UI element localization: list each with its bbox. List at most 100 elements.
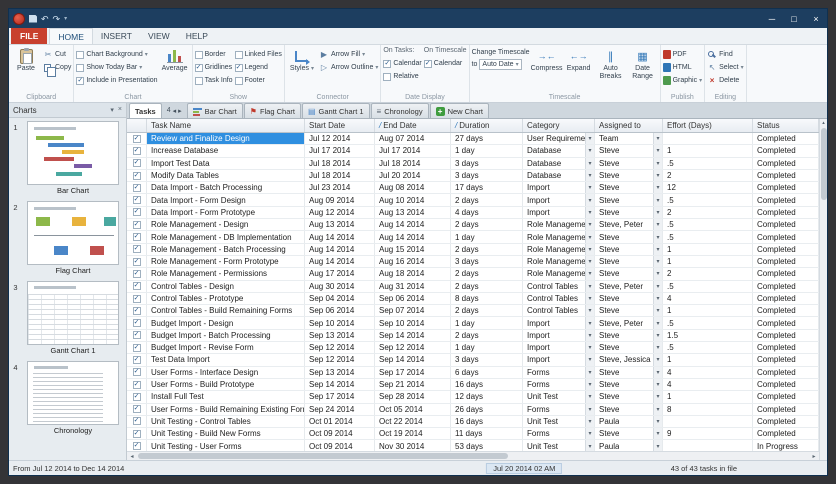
cell-task-name[interactable]: Test Data Import <box>147 354 305 366</box>
tab-view[interactable]: VIEW <box>140 28 178 44</box>
cell-end-date[interactable]: Aug 13 2014 <box>375 206 451 219</box>
tab-bar-chart[interactable]: Bar Chart <box>186 103 243 118</box>
dropdown-icon[interactable]: ▾ <box>585 145 594 157</box>
header-duration[interactable]: / Duration <box>451 119 523 132</box>
dropdown-icon[interactable]: ▾ <box>585 391 594 403</box>
cell-end-date[interactable]: Aug 31 2014 <box>375 280 451 292</box>
bar-chart-thumbnail[interactable] <box>27 121 119 185</box>
cell-status[interactable]: Completed <box>753 231 819 243</box>
cell-assigned-to[interactable]: Team ▾ <box>595 133 663 145</box>
cell-task-name[interactable]: Budget Import - Revise Form <box>147 342 305 354</box>
cell-status[interactable]: Completed <box>753 169 819 182</box>
checkbox-icon[interactable] <box>234 50 243 59</box>
cell-assigned-to[interactable]: Steve, Jessica ▾ <box>595 354 663 366</box>
cell-duration[interactable]: 2 days <box>451 329 523 342</box>
scroll-right-icon[interactable]: ▸ <box>178 107 182 115</box>
checkbox-icon[interactable]: ✓ <box>234 63 243 72</box>
cell-assigned-to[interactable]: Steve ▾ <box>595 231 663 243</box>
cell-end-date[interactable]: Aug 08 2014 <box>375 182 451 194</box>
dropdown-icon[interactable]: ▾ <box>585 403 594 415</box>
cell-duration[interactable]: 17 days <box>451 182 523 194</box>
cell-start-date[interactable]: Sep 04 2014 <box>305 292 375 305</box>
find-button[interactable]: Find <box>707 49 743 60</box>
cell-duration[interactable]: 11 days <box>451 428 523 440</box>
header-status[interactable]: Status <box>753 119 819 132</box>
dropdown-icon[interactable]: ▾ <box>585 329 594 342</box>
cell-status[interactable]: Completed <box>753 354 819 366</box>
cell-start-date[interactable]: Sep 14 2014 <box>305 378 375 391</box>
copy-button[interactable]: Copy <box>43 62 71 77</box>
dropdown-icon[interactable]: ▾ <box>585 194 594 206</box>
cell-end-date[interactable]: Sep 28 2014 <box>375 391 451 403</box>
tab-new-chart[interactable]: + New Chart <box>429 103 490 118</box>
cell-assigned-to[interactable]: Steve ▾ <box>595 403 663 415</box>
cell-assigned-to[interactable]: Steve ▾ <box>595 169 663 182</box>
show-option-legend[interactable]: ✓ Legend <box>234 62 282 73</box>
cell-duration[interactable]: 16 days <box>451 378 523 391</box>
cell-effort[interactable]: 4 <box>663 366 753 378</box>
dropdown-icon[interactable]: ▾ <box>653 206 662 219</box>
cell-duration[interactable]: 1 day <box>451 145 523 157</box>
cell-effort[interactable]: 2 <box>663 206 753 219</box>
cell-effort[interactable]: .5 <box>663 231 753 243</box>
cell-assigned-to[interactable]: Steve ▾ <box>595 366 663 378</box>
cell-end-date[interactable]: Aug 15 2014 <box>375 243 451 255</box>
show-option-border[interactable]: Border <box>194 49 233 60</box>
cell-start-date[interactable]: Sep 12 2014 <box>305 354 375 366</box>
cell-status[interactable]: Completed <box>753 182 819 194</box>
show-option-gridlines[interactable]: ✓ Gridlines <box>194 62 233 73</box>
cell-start-date[interactable]: Aug 17 2014 <box>305 268 375 280</box>
cell-effort[interactable]: 1 <box>663 145 753 157</box>
minimize-button[interactable]: ─ <box>761 9 783 28</box>
checkbox-icon[interactable]: ✓ <box>194 63 203 72</box>
dropdown-icon[interactable]: ▾ <box>585 366 594 378</box>
row-checkbox[interactable]: ✓ <box>132 368 141 377</box>
cell-duration[interactable]: 2 days <box>451 305 523 317</box>
cell-category[interactable]: Role Management▾ <box>523 219 595 231</box>
cell-category[interactable]: Role Management▾ <box>523 255 595 268</box>
cell-assigned-to[interactable]: Steve ▾ <box>595 305 663 317</box>
cell-start-date[interactable]: Oct 01 2014 <box>305 415 375 428</box>
cell-status[interactable]: Completed <box>753 133 819 145</box>
expand-button[interactable]: ←→ Expand <box>564 47 594 73</box>
cell-status[interactable]: Completed <box>753 243 819 255</box>
cell-duration[interactable]: 8 days <box>451 292 523 305</box>
cell-assigned-to[interactable]: Steve ▾ <box>595 255 663 268</box>
dropdown-icon[interactable]: ▾ <box>585 378 594 391</box>
cell-category[interactable]: User Requiremen ▾ <box>523 133 595 145</box>
cell-task-name[interactable]: Data Import - Batch Processing <box>147 182 305 194</box>
cell-category[interactable]: Import ▾ <box>523 317 595 329</box>
dropdown-icon[interactable]: ▾ <box>653 243 662 255</box>
cell-status[interactable]: Completed <box>753 329 819 342</box>
cell-effort[interactable]: 9 <box>663 428 753 440</box>
dropdown-icon[interactable]: ▾ <box>653 342 662 354</box>
dropdown-icon[interactable]: ▾ <box>653 317 662 329</box>
cell-task-name[interactable]: Role Management - Permissions <box>147 268 305 280</box>
chart-option-chart-background[interactable]: Chart Background ▾ <box>76 49 157 60</box>
select-button[interactable]: ↖ Select ▾ <box>707 62 744 73</box>
cut-button[interactable]: ✂ Cut <box>43 49 71 60</box>
cell-duration[interactable]: 2 days <box>451 194 523 206</box>
cell-duration[interactable]: 27 days <box>451 133 523 145</box>
dropdown-icon[interactable]: ▾ <box>585 133 594 145</box>
dropdown-icon[interactable]: ▾ <box>653 133 662 145</box>
cell-duration[interactable]: 2 days <box>451 243 523 255</box>
cell-task-name[interactable]: Increase Database <box>147 145 305 157</box>
cell-category[interactable]: Forms ▾ <box>523 403 595 415</box>
cell-category[interactable]: Unit Test ▾ <box>523 391 595 403</box>
row-checkbox[interactable]: ✓ <box>132 146 141 155</box>
cell-end-date[interactable]: Jul 18 2014 <box>375 157 451 169</box>
cell-status[interactable]: Completed <box>753 342 819 354</box>
cell-category[interactable]: Database ▾ <box>523 169 595 182</box>
cell-effort[interactable]: .5 <box>663 157 753 169</box>
dropdown-icon[interactable]: ▾ <box>653 157 662 169</box>
cell-start-date[interactable]: Sep 24 2014 <box>305 403 375 415</box>
dropdown-icon[interactable]: ▾ <box>585 415 594 428</box>
scroll-left-icon[interactable]: ◂ <box>173 107 177 115</box>
close-button[interactable]: × <box>805 9 827 28</box>
cell-start-date[interactable]: Sep 12 2014 <box>305 342 375 354</box>
cell-duration[interactable]: 3 days <box>451 157 523 169</box>
cell-duration[interactable]: 26 days <box>451 403 523 415</box>
scroll-up-icon[interactable]: ▴ <box>822 119 825 127</box>
cell-task-name[interactable]: Modify Data Tables <box>147 169 305 182</box>
